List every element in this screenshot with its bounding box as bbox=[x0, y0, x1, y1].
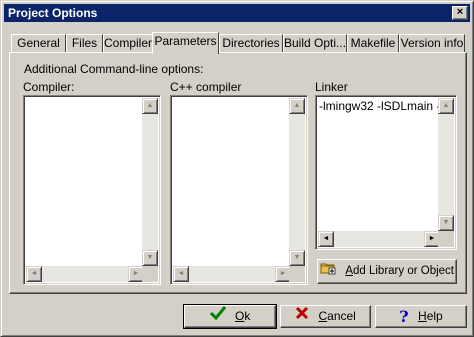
scroll-down-icon[interactable]: ▼ bbox=[142, 250, 158, 266]
section-label: Additional Command-line options: bbox=[24, 62, 204, 76]
help-label: Help bbox=[418, 309, 443, 324]
scroll-up-icon[interactable]: ▲ bbox=[438, 98, 454, 114]
project-options-dialog: Project Options × General Files Compiler… bbox=[0, 0, 474, 337]
tab-makefile[interactable]: Makefile bbox=[347, 34, 399, 52]
compiler-horizontal-scrollbar[interactable]: ◄ ► bbox=[26, 266, 144, 282]
cancel-button[interactable]: Cancel bbox=[280, 305, 371, 328]
compiler-vertical-scrollbar[interactable]: ▲ ▼ bbox=[142, 98, 158, 266]
close-icon: × bbox=[456, 6, 464, 18]
folder-add-icon bbox=[320, 260, 336, 283]
scroll-corner bbox=[142, 266, 158, 282]
scroll-down-icon[interactable]: ▼ bbox=[438, 215, 454, 231]
linker-horizontal-scrollbar[interactable]: ◄ ► bbox=[318, 231, 440, 247]
tab-compiler[interactable]: Compiler bbox=[103, 34, 153, 52]
scroll-up-icon[interactable]: ▲ bbox=[289, 98, 305, 114]
ok-label: Ok bbox=[235, 309, 251, 324]
tab-general[interactable]: General bbox=[11, 34, 66, 52]
scroll-left-icon[interactable]: ◄ bbox=[26, 266, 42, 282]
close-button[interactable]: × bbox=[452, 6, 468, 20]
title-bar[interactable]: Project Options × bbox=[4, 4, 470, 22]
scroll-left-icon[interactable]: ◄ bbox=[318, 231, 334, 247]
linker-options-memo[interactable]: -lmingw32 -lSDLmain -lSD ▲ ▼ ◄ ► bbox=[315, 95, 457, 250]
check-icon bbox=[209, 306, 226, 327]
linker-label: Linker bbox=[315, 80, 348, 94]
cpp-vertical-scrollbar[interactable]: ▲ ▼ bbox=[289, 98, 305, 266]
scroll-left-icon[interactable]: ◄ bbox=[173, 266, 189, 282]
cancel-label: Cancel bbox=[318, 309, 356, 324]
linker-vertical-scrollbar[interactable]: ▲ ▼ bbox=[438, 98, 454, 231]
tab-parameters[interactable]: Parameters bbox=[152, 32, 219, 54]
tab-build-options[interactable]: Build Opti... bbox=[283, 34, 347, 52]
scroll-up-icon[interactable]: ▲ bbox=[142, 98, 158, 114]
cpp-horizontal-scrollbar[interactable]: ◄ ► bbox=[173, 266, 291, 282]
window-title: Project Options bbox=[8, 6, 98, 20]
cpp-compiler-label: C++ compiler bbox=[170, 80, 242, 94]
compiler-options-memo[interactable]: ▲ ▼ ◄ ► bbox=[23, 95, 161, 285]
compiler-label: Compiler: bbox=[23, 80, 75, 94]
tab-files[interactable]: Files bbox=[66, 34, 103, 52]
ok-button[interactable]: Ok bbox=[183, 304, 277, 329]
parameters-panel: Additional Command-line options: Compile… bbox=[9, 52, 467, 294]
add-library-button[interactable]: Add Library or Object bbox=[317, 259, 457, 284]
question-icon: ? bbox=[399, 307, 409, 327]
scroll-corner bbox=[438, 231, 454, 247]
tab-directories[interactable]: Directories bbox=[219, 34, 283, 52]
scroll-down-icon[interactable]: ▼ bbox=[289, 250, 305, 266]
linker-options-text: -lmingw32 -lSDLmain -lSD bbox=[319, 99, 438, 113]
scroll-corner bbox=[289, 266, 305, 282]
help-button[interactable]: ? Help bbox=[375, 305, 467, 328]
tab-version-info[interactable]: Version info bbox=[399, 34, 465, 52]
cpp-compiler-options-memo[interactable]: ▲ ▼ ◄ ► bbox=[170, 95, 308, 285]
add-library-label: Add Library or Object bbox=[345, 265, 454, 278]
tab-strip: General Files Compiler Parameters Direct… bbox=[9, 32, 467, 54]
x-icon bbox=[295, 306, 309, 327]
